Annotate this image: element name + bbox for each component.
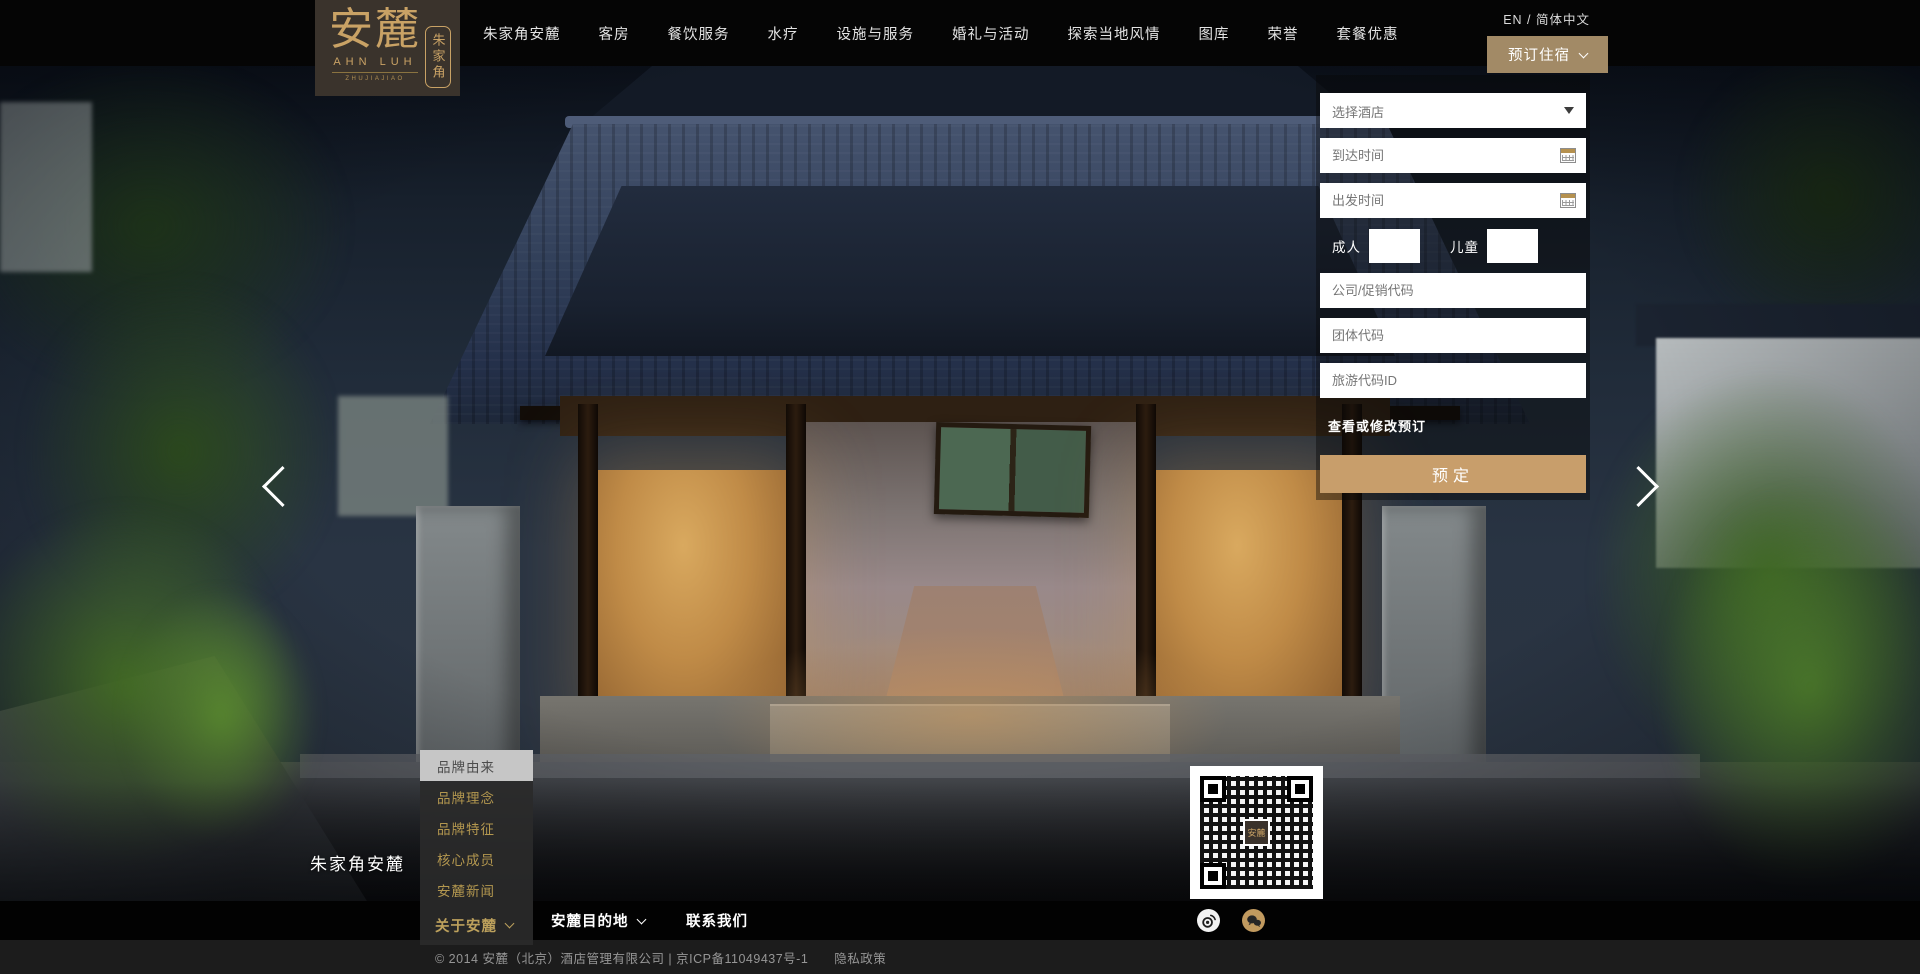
logo-latin: AHN LUH xyxy=(333,56,416,68)
qr-pattern: 安麓 xyxy=(1200,776,1313,889)
logo-text-block: 安麓 AHN LUH ZHUJIAJIAO xyxy=(329,6,421,88)
departure-date-field-wrap xyxy=(1320,183,1586,218)
nav-item-dining[interactable]: 餐饮服务 xyxy=(668,23,730,44)
logo-seal-badge: 朱家角 xyxy=(425,26,451,88)
about-menu-trigger[interactable]: 关于安麓 xyxy=(420,905,533,945)
nav-item-weddings[interactable]: 婚礼与活动 xyxy=(952,23,1030,44)
group-code-field-wrap xyxy=(1320,318,1586,353)
bottom-bar: 安麓目的地 联系我们 xyxy=(0,901,1920,940)
top-navigation-bar: 朱家角安麓 客房 餐饮服务 水疗 设施与服务 婚礼与活动 探索当地风情 图库 荣… xyxy=(0,0,1920,66)
chevron-down-icon xyxy=(1579,48,1589,58)
chevron-down-icon xyxy=(636,914,646,924)
travel-id-field-wrap xyxy=(1320,363,1586,398)
footer: © 2014 安麓（北京）酒店管理有限公司 | 京ICP备11049437号-1… xyxy=(0,940,1920,974)
qr-finder-icon xyxy=(1200,776,1226,802)
destinations-label: 安麓目的地 xyxy=(551,910,629,931)
page: 朱家角安麓 安麓 朱家角安麓 客房 餐饮服务 水疗 设施与服务 婚礼与活动 探索… xyxy=(0,0,1920,974)
wechat-icon[interactable] xyxy=(1242,909,1265,932)
menu-item-core-members[interactable]: 核心成员 xyxy=(420,843,533,874)
slide-caption: 朱家角安麓 xyxy=(310,850,405,875)
chevron-left-icon xyxy=(262,466,303,507)
ahn-luh-logo[interactable]: 安麓 AHN LUH ZHUJIAJIAO 朱家角 xyxy=(315,0,460,96)
book-stay-label: 预订住宿 xyxy=(1508,44,1570,65)
chevron-right-icon xyxy=(1618,466,1659,507)
destinations-menu[interactable]: 安麓目的地 xyxy=(551,901,645,940)
weibo-icon[interactable] xyxy=(1197,909,1220,932)
carousel-next-button[interactable] xyxy=(1624,472,1653,501)
nav-item-hotel[interactable]: 朱家角安麓 xyxy=(483,23,561,44)
calendar-icon[interactable] xyxy=(1560,148,1576,163)
book-stay-button[interactable]: 预订住宿 xyxy=(1487,36,1608,73)
nav-item-awards[interactable]: 荣誉 xyxy=(1268,23,1299,44)
weibo-eye-glyph xyxy=(1201,913,1217,929)
language-switcher[interactable]: EN / 简体中文 xyxy=(1503,9,1590,28)
nav-item-rooms[interactable]: 客房 xyxy=(599,23,630,44)
qr-finder-icon xyxy=(1287,776,1313,802)
logo-subtitle: ZHUJIAJIAO xyxy=(345,76,404,82)
menu-item-brand-origin[interactable]: 品牌由来 xyxy=(420,750,533,781)
menu-item-brand-philosophy[interactable]: 品牌理念 xyxy=(420,781,533,812)
copyright-text: © 2014 安麓（北京）酒店管理有限公司 | 京ICP备11049437号-1 xyxy=(435,948,808,967)
qr-finder-icon xyxy=(1200,863,1226,889)
wechat-bubbles-glyph xyxy=(1246,914,1262,928)
nav-item-gallery[interactable]: 图库 xyxy=(1199,23,1230,44)
reserve-button[interactable]: 预定 xyxy=(1320,455,1586,493)
contact-label: 联系我们 xyxy=(686,910,748,931)
qr-center-logo: 安麓 xyxy=(1243,819,1270,846)
select-caret-icon xyxy=(1564,107,1574,114)
about-trigger-label: 关于安麓 xyxy=(435,915,497,936)
promo-code-field-wrap xyxy=(1320,273,1586,308)
booking-widget: 选择酒店 成人 儿童 查看或修改预订 预定 xyxy=(1316,75,1590,500)
nav-item-packages[interactable]: 套餐优惠 xyxy=(1337,23,1399,44)
contact-us-link[interactable]: 联系我们 xyxy=(686,901,748,940)
view-modify-booking-link[interactable]: 查看或修改预订 xyxy=(1328,416,1426,435)
wechat-qr-code: 安麓 xyxy=(1190,766,1323,899)
menu-item-news[interactable]: 安麓新闻 xyxy=(420,874,533,905)
promo-code-field[interactable] xyxy=(1320,273,1586,308)
carousel-prev-button[interactable] xyxy=(268,472,297,501)
arrival-date-field[interactable] xyxy=(1320,138,1586,173)
logo-divider xyxy=(332,72,418,73)
adults-input[interactable] xyxy=(1369,229,1420,263)
privacy-policy-link[interactable]: 隐私政策 xyxy=(834,948,886,967)
group-code-field[interactable] xyxy=(1320,318,1586,353)
nav-item-spa[interactable]: 水疗 xyxy=(768,23,799,44)
nav-item-facilities[interactable]: 设施与服务 xyxy=(837,23,915,44)
chevron-down-icon xyxy=(505,919,515,929)
travel-id-field[interactable] xyxy=(1320,363,1586,398)
hotel-select-label: 选择酒店 xyxy=(1332,102,1384,121)
children-input[interactable] xyxy=(1487,229,1538,263)
main-nav: 朱家角安麓 客房 餐饮服务 水疗 设施与服务 婚礼与活动 探索当地风情 图库 荣… xyxy=(483,0,1399,66)
departure-date-field[interactable] xyxy=(1320,183,1586,218)
menu-item-brand-features[interactable]: 品牌特征 xyxy=(420,812,533,843)
hotel-select[interactable]: 选择酒店 xyxy=(1320,93,1586,128)
nav-item-explore[interactable]: 探索当地风情 xyxy=(1068,23,1161,44)
children-label: 儿童 xyxy=(1450,236,1479,256)
arrival-date-field-wrap xyxy=(1320,138,1586,173)
guests-row: 成人 儿童 xyxy=(1320,228,1586,263)
calendar-icon[interactable] xyxy=(1560,193,1576,208)
adults-label: 成人 xyxy=(1332,236,1361,256)
logo-chinese: 安麓 xyxy=(329,6,421,54)
about-flyout-menu: 品牌由来 品牌理念 品牌特征 核心成员 安麓新闻 关于安麓 xyxy=(420,750,533,945)
